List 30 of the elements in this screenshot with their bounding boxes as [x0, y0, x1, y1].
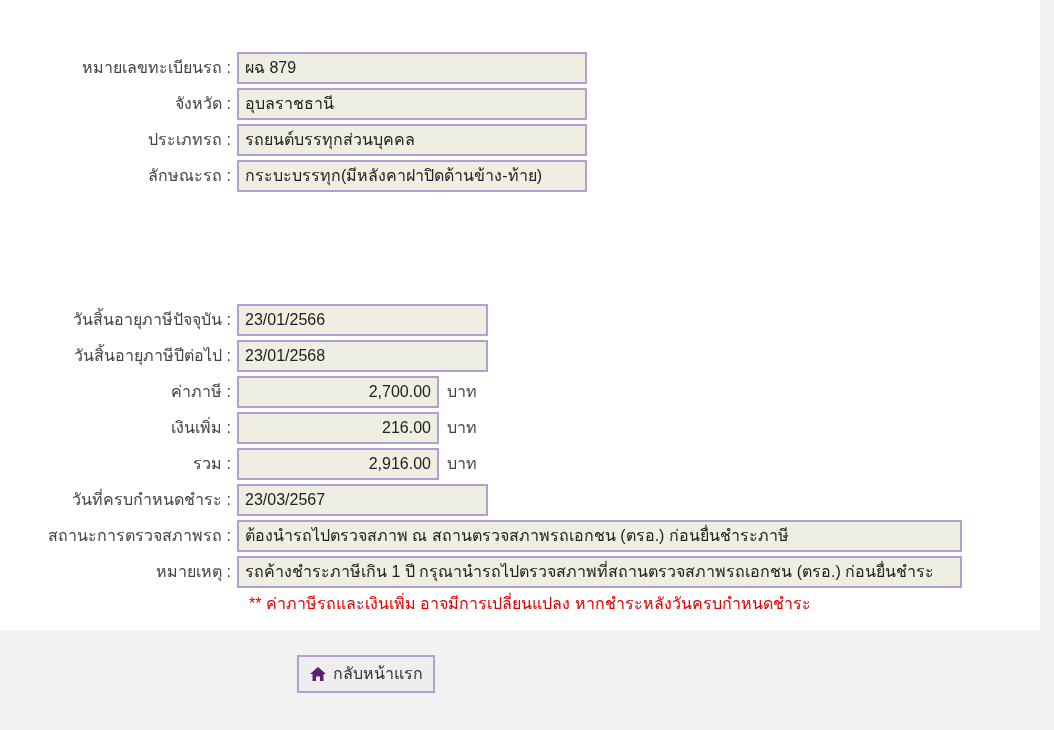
read-only-field[interactable]: รถยนต์บรรทุกส่วนบุคคล — [237, 124, 587, 156]
unit-label: บาท — [447, 418, 477, 438]
home-button[interactable]: กลับหน้าแรก — [297, 655, 435, 693]
read-only-field[interactable]: อุบลราชธานี — [237, 88, 587, 120]
field-label: ค่าภาษี : — [170, 382, 232, 402]
field-label: หมายเลขทะเบียนรถ : — [81, 58, 232, 78]
read-only-field[interactable]: ต้องนำรถไปตรวจสภาพ ณ สถานตรวจสภาพรถเอกชน (ตรอ.) ก่อนยื่นชำระภาษี — [237, 520, 962, 552]
field-label: วันที่ครบกำหนดชำระ : — [71, 488, 232, 510]
field-label: จังหวัด : — [174, 94, 232, 114]
field-label: เงินเพิ่ม : — [170, 416, 232, 438]
read-only-field[interactable]: 216.00 — [237, 412, 439, 444]
unit-label: บาท — [447, 454, 477, 474]
field-label: รวม : — [192, 454, 232, 474]
field-label: สถานะการตรวจสภาพรถ : — [47, 526, 232, 546]
read-only-field[interactable]: 23/03/2567 — [237, 484, 488, 516]
field-label: ลักษณะรถ : — [147, 166, 232, 186]
read-only-field[interactable]: 2,916.00 — [237, 448, 439, 480]
unit-label: บาท — [447, 382, 477, 402]
read-only-field[interactable]: 2,700.00 — [237, 376, 439, 408]
read-only-field[interactable]: ผฉ 879 — [237, 52, 587, 84]
field-label: วันสิ้นอายุภาษีปัจจุบัน : — [0, 308, 237, 332]
read-only-field[interactable]: กระบะบรรทุก(มีหลังคาฝาปิดด้านข้าง-ท้าย) — [237, 160, 587, 192]
read-only-field[interactable]: 23/01/2566 — [237, 304, 488, 336]
read-only-field[interactable]: 23/01/2568 — [237, 340, 488, 372]
field-label: ประเภทรถ : — [147, 130, 232, 150]
field-label: วันสิ้นอายุภาษีปีต่อไป : — [0, 344, 237, 368]
warning-text: ** ค่าภาษีรถและเงินเพิ่ม อาจมีการเปลี่ยนแปลง หากชำระหลังวันครบกำหนดชำระ — [249, 592, 812, 614]
field-label: หมายเหตุ : — [155, 562, 232, 584]
home-icon — [309, 666, 327, 682]
read-only-field[interactable]: รถค้างชำระภาษีเกิน 1 ปี กรุณานำรถไปตรวจสภาพที่สถานตรวจสภาพรถเอกชน (ตรอ.) ก่อนยื่นชำระ — [237, 556, 962, 588]
